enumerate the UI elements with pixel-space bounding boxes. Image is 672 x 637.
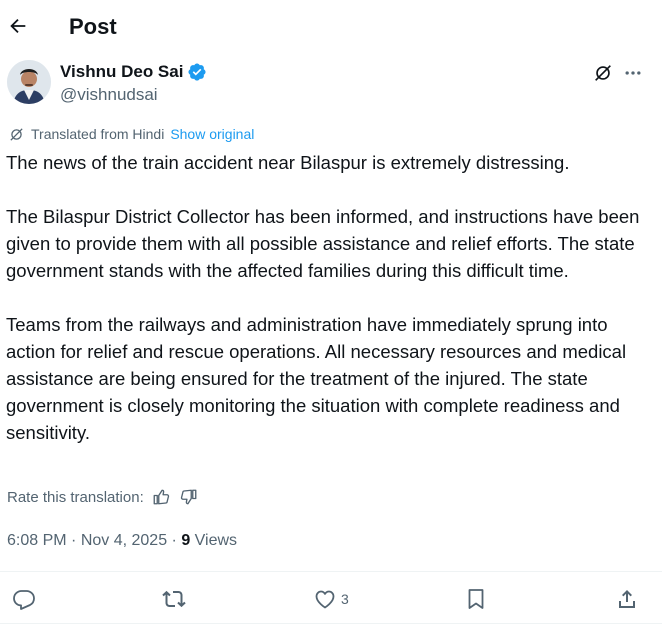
author-name[interactable]: Vishnu Deo Sai bbox=[60, 61, 183, 83]
reply-button[interactable] bbox=[12, 587, 36, 611]
share-icon bbox=[619, 590, 635, 608]
divider bbox=[0, 623, 662, 624]
share-button[interactable] bbox=[615, 587, 639, 611]
thumbs-down-icon[interactable] bbox=[180, 488, 200, 508]
avatar[interactable] bbox=[7, 60, 51, 104]
back-arrow-icon[interactable] bbox=[6, 14, 30, 38]
translated-from-label: Translated from Hindi bbox=[31, 126, 165, 142]
reply-icon bbox=[13, 590, 35, 610]
repost-icon bbox=[162, 590, 186, 608]
post-paragraph: The Bilaspur District Collector has been… bbox=[6, 206, 640, 281]
post-paragraph: The news of the train accident near Bila… bbox=[6, 152, 570, 173]
translation-notice: Translated from Hindi Show original bbox=[8, 125, 254, 143]
more-options-icon[interactable] bbox=[622, 62, 644, 84]
post-time[interactable]: 6:08 PM bbox=[7, 532, 67, 549]
meta-separator: · bbox=[167, 532, 182, 549]
author-block: Vishnu Deo Sai @vishnudsai bbox=[0, 56, 662, 112]
post-metadata: 6:08 PM · Nov 4, 2025 · 9 Views bbox=[7, 531, 237, 551]
bookmark-button[interactable] bbox=[464, 587, 488, 611]
show-original-link[interactable]: Show original bbox=[170, 125, 254, 143]
post-header: Post bbox=[0, 0, 662, 52]
meta-separator: · bbox=[66, 532, 81, 549]
author-handle[interactable]: @vishnudsai bbox=[60, 84, 158, 106]
verified-badge-icon bbox=[187, 62, 207, 82]
views-count: 9 bbox=[181, 532, 191, 549]
post-paragraph: Teams from the railways and administrati… bbox=[6, 314, 627, 443]
repost-button[interactable] bbox=[162, 587, 186, 611]
divider bbox=[0, 571, 662, 572]
rate-translation-label: Rate this translation: bbox=[7, 489, 144, 506]
heart-icon bbox=[315, 590, 335, 609]
translate-icon bbox=[8, 126, 25, 143]
like-count: 3 bbox=[341, 591, 349, 607]
action-bar: 3 bbox=[0, 583, 662, 615]
like-button[interactable]: 3 bbox=[313, 587, 349, 611]
post-text: The news of the train accident near Bila… bbox=[6, 149, 656, 446]
rate-translation: Rate this translation: bbox=[7, 488, 200, 508]
post-date[interactable]: Nov 4, 2025 bbox=[81, 532, 167, 549]
page-title: Post bbox=[69, 14, 117, 39]
grok-icon[interactable] bbox=[592, 62, 614, 84]
thumbs-up-icon[interactable] bbox=[152, 488, 172, 508]
bookmark-icon bbox=[468, 589, 484, 609]
views-label: Views bbox=[190, 532, 238, 549]
